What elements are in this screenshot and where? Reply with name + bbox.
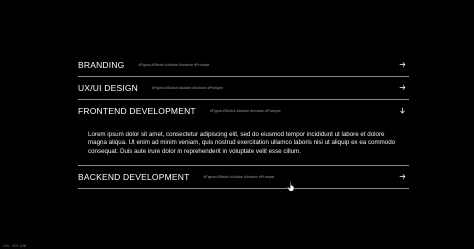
accordion-tags: #Figma #Sketch #Adobe #Invision #Protopi… (138, 63, 210, 67)
accordion-header-uxui-design[interactable]: UX/UI DESIGN #Figma #Sketch #Adobe #Invi… (78, 77, 409, 99)
accordion-tags: #Figma #Sketch #Adobe #Invision #Protopi… (209, 109, 281, 113)
footer-text: LOL · 101 1/06 (3, 244, 27, 248)
accordion-body-text: Lorem ipsum dolor sit amet, consectetur … (88, 131, 396, 155)
accordion-item-backend-development[interactable]: BACKEND DEVELOPMENT #Figma #Sketch #Adob… (78, 166, 409, 190)
accordion-tags: #Figma #Sketch #Adobe #Invision #Protopi… (203, 175, 275, 180)
accordion-header-branding[interactable]: BRANDING #Figma #Sketch #Adobe #Invision… (78, 54, 409, 76)
accordion-item-branding[interactable]: BRANDING #Figma #Sketch #Adobe #Invision… (78, 54, 409, 77)
accordion-header-backend-development[interactable]: BACKEND DEVELOPMENT #Figma #Sketch #Adob… (78, 166, 409, 188)
accordion-title: BACKEND DEVELOPMENT (78, 172, 190, 183)
accordion-header-frontend-development[interactable]: FRONTEND DEVELOPMENT #Figma #Sketch #Ado… (78, 100, 409, 122)
arrow-right-icon[interactable] (398, 83, 407, 92)
accordion-title: UX/UI DESIGN (78, 83, 139, 93)
accordion-title: FRONTEND DEVELOPMENT (78, 106, 196, 116)
accordion-item-frontend-development[interactable]: FRONTEND DEVELOPMENT #Figma #Sketch #Ado… (78, 100, 409, 167)
arrow-right-icon[interactable] (398, 60, 407, 69)
hand-pointer-cursor-icon (287, 179, 296, 192)
services-accordion: BRANDING #Figma #Sketch #Adobe #Invision… (78, 54, 409, 190)
arrow-down-icon[interactable] (398, 106, 407, 115)
accordion-title: BRANDING (78, 60, 125, 70)
arrow-right-icon[interactable] (398, 172, 407, 181)
accordion-tags: #Figma #Sketch #Adobe #Invision #Protopi… (152, 86, 223, 90)
accordion-item-uxui-design[interactable]: UX/UI DESIGN #Figma #Sketch #Adobe #Invi… (78, 77, 409, 100)
